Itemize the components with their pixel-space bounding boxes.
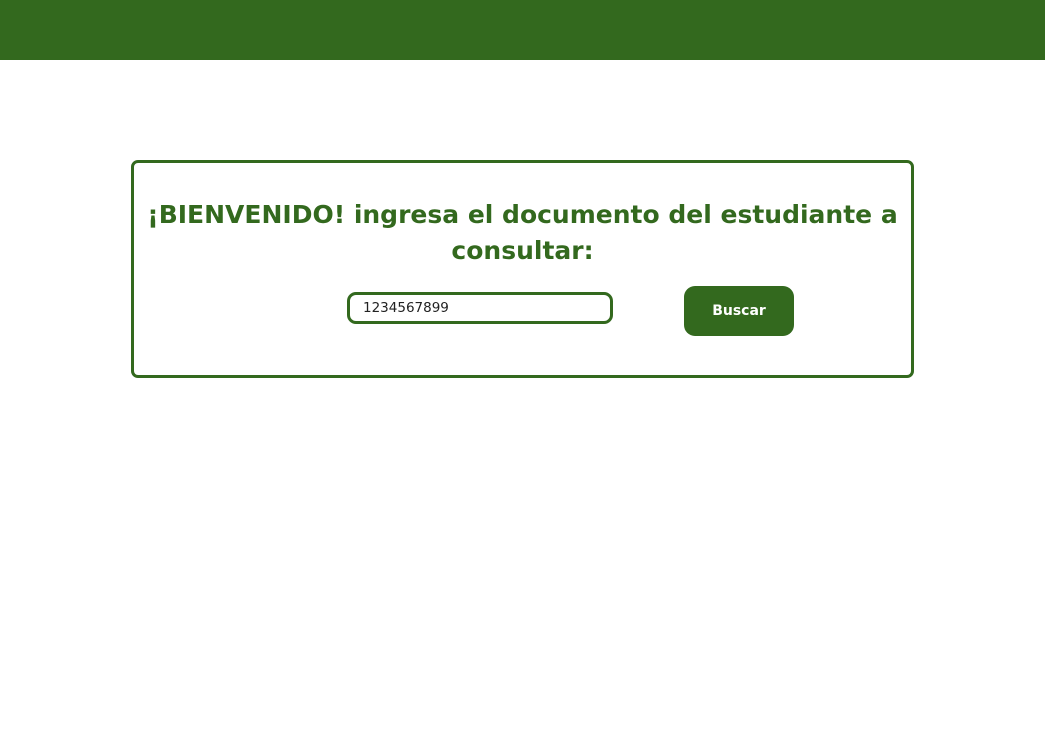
welcome-title: ¡BIENVENIDO! ingresa el documento del es… (147, 200, 898, 265)
student-document-input[interactable] (347, 292, 613, 324)
search-button[interactable]: Buscar (684, 286, 794, 336)
student-search-card: ¡BIENVENIDO! ingresa el documento del es… (131, 160, 914, 378)
top-header-bar (0, 0, 1045, 60)
